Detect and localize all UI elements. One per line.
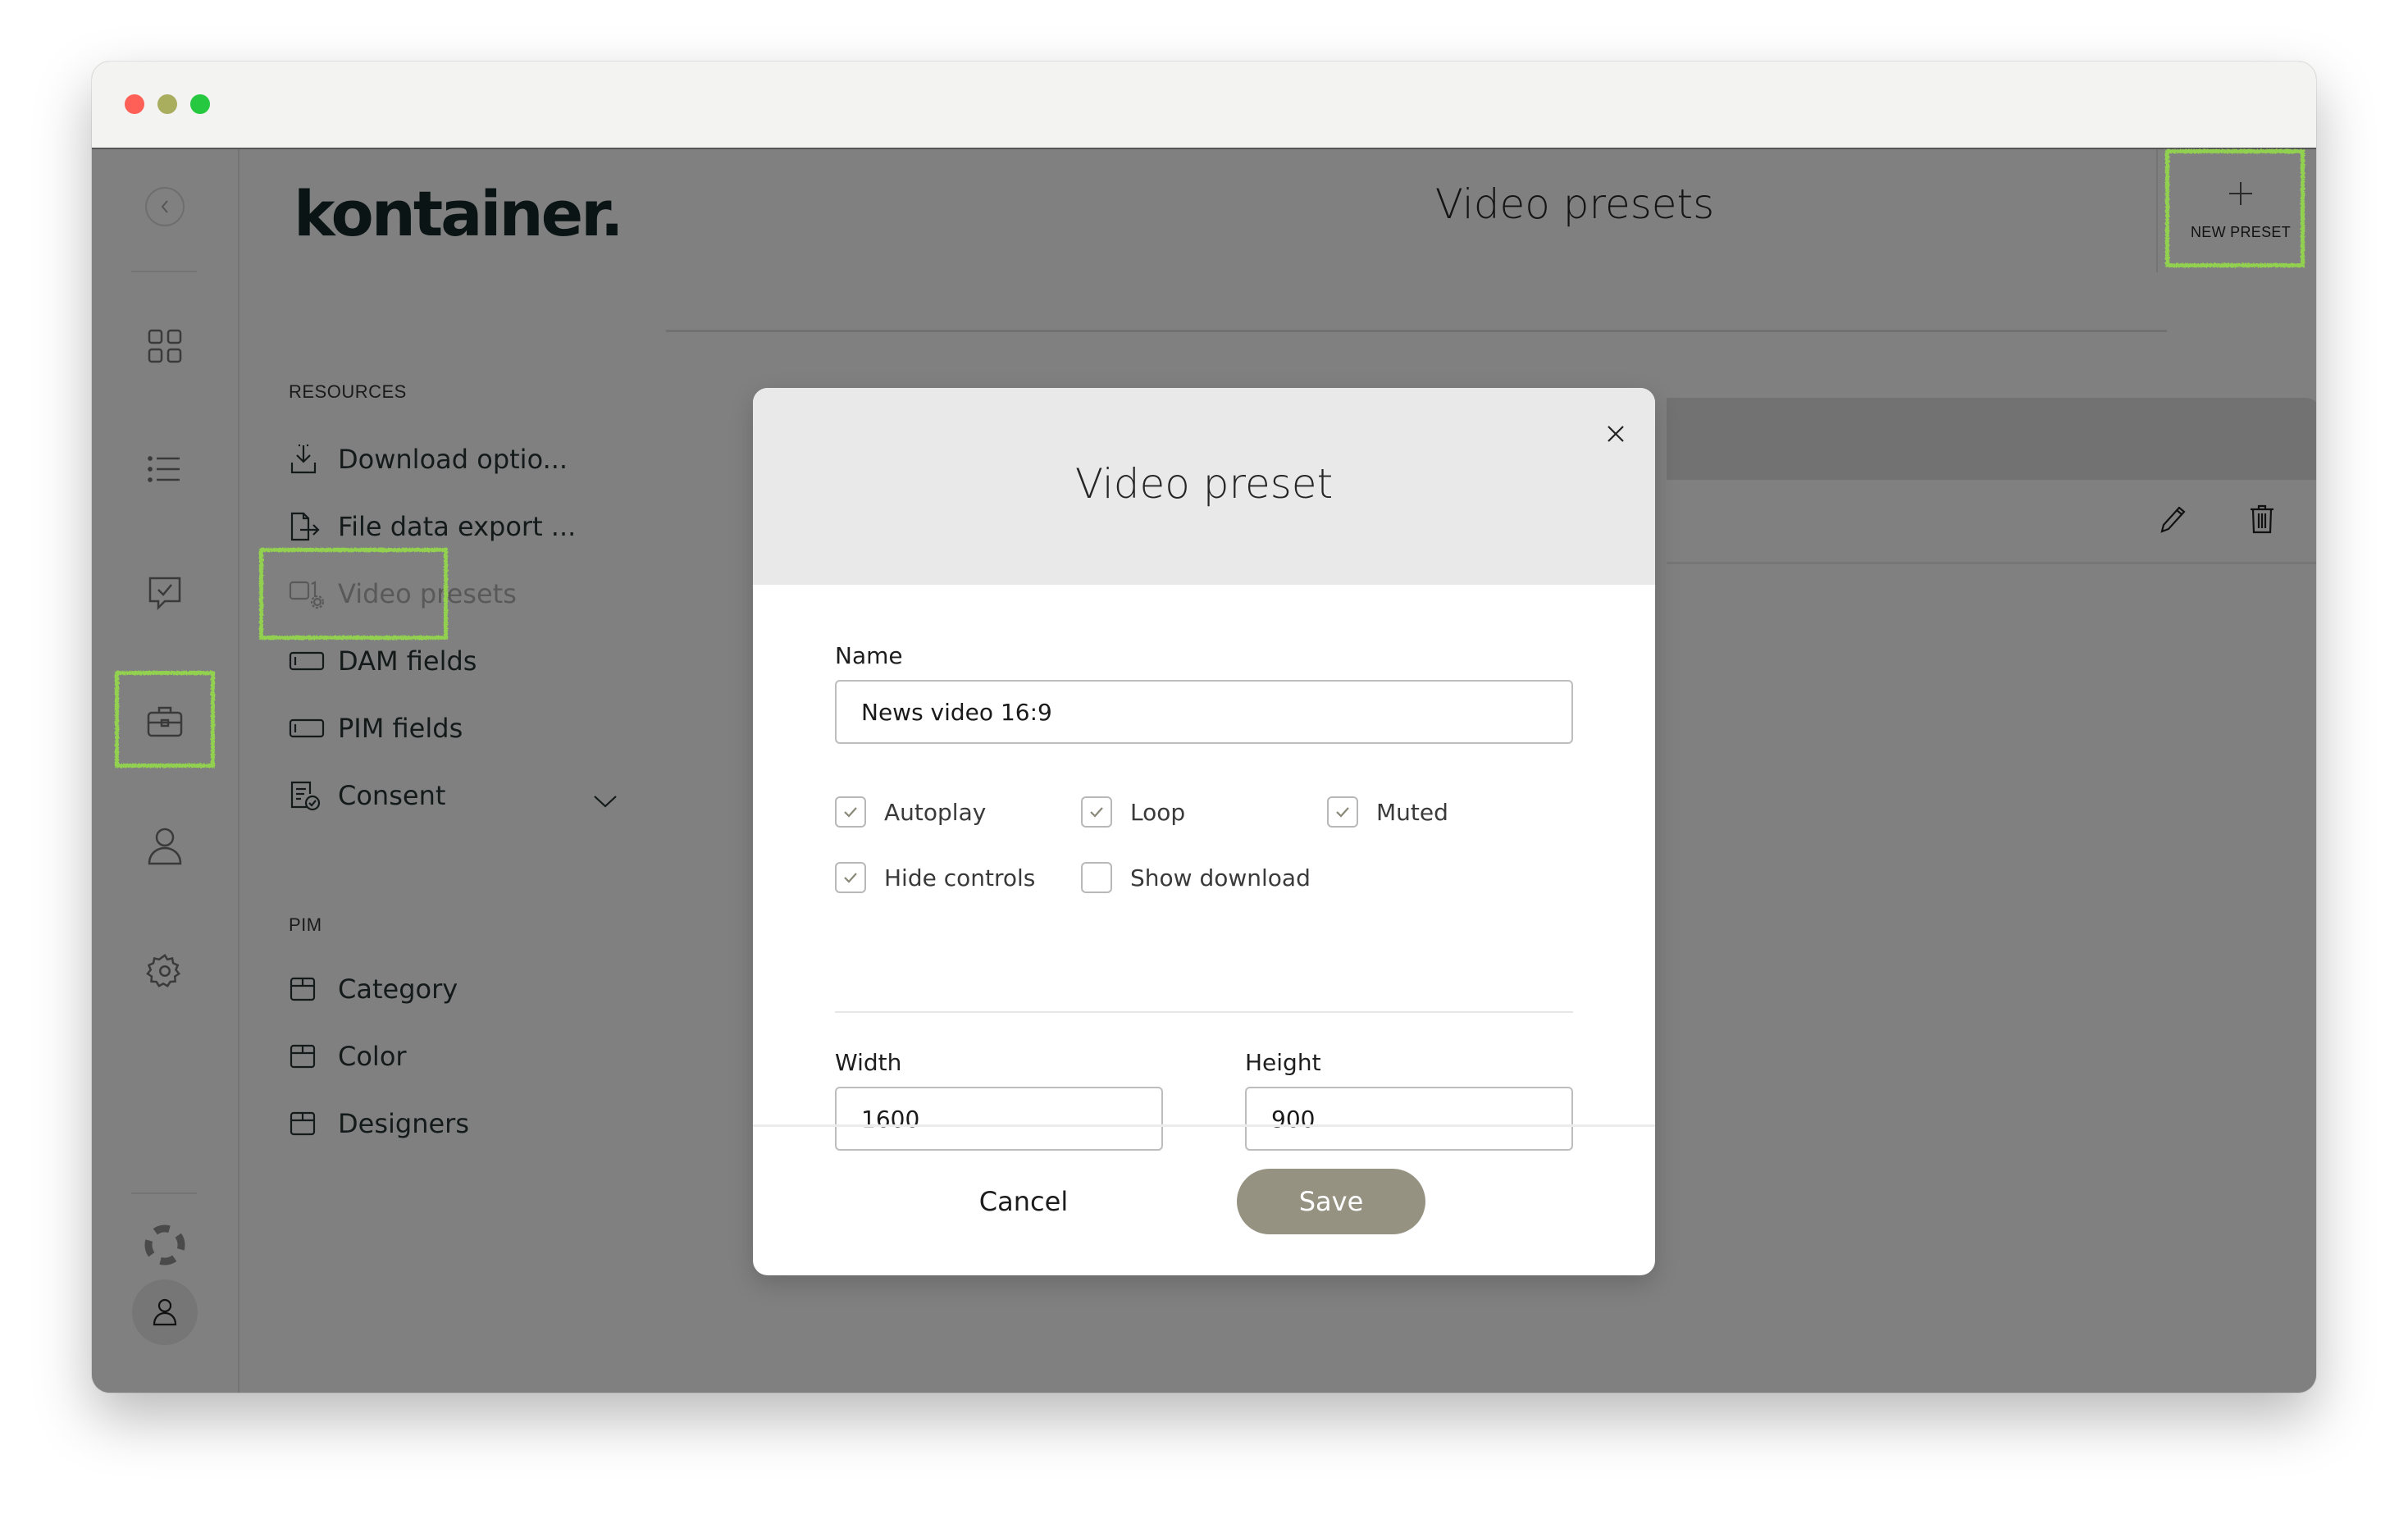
presets-table-header (1667, 398, 2316, 480)
resources-highlight (115, 671, 215, 768)
delete-preset-button[interactable] (2249, 504, 2275, 537)
checkbox-label: Hide controls (884, 864, 1036, 892)
sidebar-item-designers[interactable]: Designers (289, 1101, 469, 1147)
rail-users-button[interactable] (140, 822, 189, 871)
checkmark-icon (844, 807, 857, 818)
checkbox-box (1081, 796, 1112, 828)
sidebar-item-consent[interactable]: Consent (289, 773, 445, 819)
zoom-window-button[interactable] (190, 94, 210, 114)
sidebar-item-label: Download optio... (338, 444, 568, 475)
rail-list-button[interactable] (140, 445, 189, 494)
field-icon (289, 645, 325, 677)
rail-divider (131, 1193, 197, 1194)
hide-controls-checkbox[interactable]: Hide controls (835, 862, 1035, 893)
minimize-window-button[interactable] (157, 94, 177, 114)
box-icon (289, 1107, 325, 1140)
user-icon (148, 828, 182, 865)
checkbox-box (835, 796, 866, 828)
checkmark-icon (1336, 807, 1349, 818)
sidebar-item-color[interactable]: Color (289, 1033, 407, 1079)
trash-icon (2251, 504, 2273, 534)
form-divider (835, 1011, 1573, 1013)
autoplay-checkbox[interactable]: Autoplay (835, 796, 986, 828)
checkbox-box (1327, 796, 1358, 828)
close-icon[interactable] (1604, 422, 1627, 445)
section-label-pim: PIM (289, 914, 322, 935)
chevron-left-icon (161, 200, 168, 213)
sidebar-item-label: PIM fields (338, 713, 463, 744)
sidebar-item-label: Consent (338, 780, 446, 811)
sidebar-item-label: File data export ... (338, 511, 577, 542)
table-row[interactable] (1667, 480, 2316, 564)
sidebar-item-label: Category (338, 974, 458, 1005)
checkmark-icon (1090, 807, 1103, 818)
rail-divider (131, 271, 197, 272)
height-label: Height (1245, 1049, 1321, 1076)
height-input[interactable]: 900 (1245, 1087, 1573, 1151)
checkbox-box (835, 862, 866, 893)
checkmark-icon (844, 873, 857, 883)
pencil-icon (2160, 506, 2186, 533)
consent-expand-chevron[interactable] (592, 793, 618, 813)
grid-icon (148, 329, 182, 363)
sidebar-item-file-data-export[interactable]: File data export ... (289, 504, 576, 550)
box-icon (289, 973, 325, 1006)
field-icon (289, 712, 325, 745)
title-bar (92, 62, 2316, 149)
sidebar-item-pim-fields[interactable]: PIM fields (289, 705, 463, 751)
video-presets-highlight (259, 548, 448, 640)
sidebar-item-label: Color (338, 1041, 407, 1072)
rail-dashboard-button[interactable] (140, 321, 189, 371)
header-vertical-divider (2156, 149, 2158, 272)
close-window-button[interactable] (125, 94, 144, 114)
width-input[interactable]: 1600 (835, 1087, 1163, 1151)
checkbox-label: Muted (1376, 798, 1448, 826)
sidebar-item-dam-fields[interactable]: DAM fields (289, 638, 477, 684)
edit-preset-button[interactable] (2159, 504, 2188, 537)
icon-rail (92, 149, 239, 1393)
name-input[interactable]: News video 16:9 (835, 680, 1573, 744)
collapse-sidebar-button[interactable] (145, 187, 185, 226)
sidebar-item-category[interactable]: Category (289, 966, 458, 1012)
rail-help-button[interactable] (140, 1220, 189, 1270)
avatar-icon (153, 1298, 177, 1326)
app-window: kontainer. RESOURCES Download optio... F… (92, 62, 2316, 1393)
modal-footer-divider (753, 1124, 1655, 1127)
checkbox-box (1081, 862, 1112, 893)
consent-icon (289, 779, 325, 812)
modal-header: Video preset (753, 388, 1655, 585)
section-label-resources: RESOURCES (289, 381, 407, 402)
video-preset-modal: Video preset Name News video 16:9 Autopl… (753, 388, 1655, 1275)
show-download-checkbox[interactable]: Show download (1081, 862, 1311, 893)
checkbox-label: Autoplay (884, 798, 987, 826)
lifebuoy-icon (144, 1224, 185, 1265)
width-label: Width (835, 1049, 902, 1076)
box-icon (289, 1040, 325, 1073)
kontainer-logo[interactable]: kontainer. (294, 177, 624, 250)
modal-title: Video preset (1074, 460, 1334, 508)
download-icon (289, 443, 325, 476)
gear-icon (146, 954, 181, 987)
app-body: kontainer. RESOURCES Download optio... F… (92, 149, 2316, 1393)
rail-approvals-button[interactable] (140, 569, 189, 618)
cancel-button[interactable]: Cancel (950, 1169, 1097, 1234)
loop-checkbox[interactable]: Loop (1081, 796, 1185, 828)
sidebar-item-label: Designers (338, 1108, 469, 1139)
sidebar-item-label: DAM fields (338, 645, 477, 677)
rail-settings-button[interactable] (140, 946, 189, 996)
approval-chat-icon (148, 577, 181, 611)
list-icon (148, 456, 180, 482)
save-button[interactable]: Save (1237, 1169, 1425, 1234)
chevron-down-icon (594, 796, 617, 808)
checkbox-label: Loop (1130, 798, 1186, 826)
file-export-icon (289, 510, 325, 543)
profile-avatar-button[interactable] (132, 1279, 198, 1345)
header-divider (666, 330, 2167, 332)
page-title: Video presets (1434, 180, 1715, 228)
checkbox-label: Show download (1130, 864, 1311, 892)
new-preset-highlight (2165, 149, 2305, 267)
muted-checkbox[interactable]: Muted (1327, 796, 1448, 828)
name-label: Name (835, 642, 903, 669)
sidebar-item-download-options[interactable]: Download optio... (289, 436, 568, 482)
